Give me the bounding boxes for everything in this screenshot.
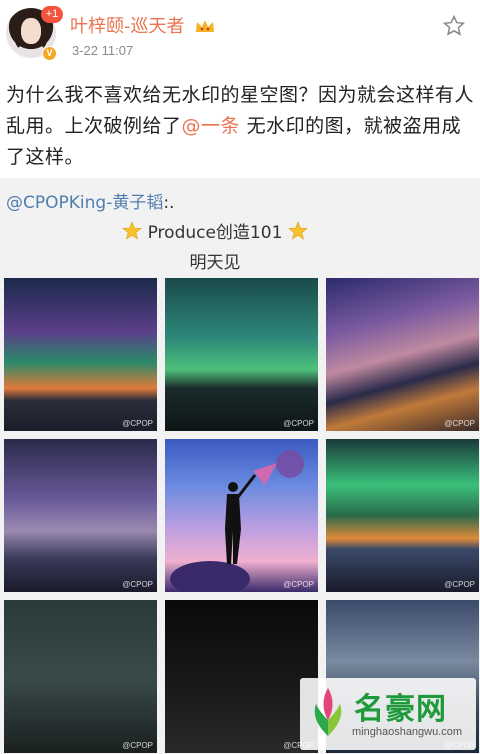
post-text: 为什么我不喜欢给无水印的星空图？因为就会这样有人乱用。上次破例给了@一条 无水印… (6, 80, 474, 173)
image-watermark: @CPOP (444, 580, 475, 589)
username-text: 叶梓颐-巡天者 (70, 16, 185, 37)
favorite-star-icon[interactable] (442, 14, 466, 38)
avatar-face (21, 18, 41, 44)
grid-image-5[interactable]: @CPOP (165, 439, 318, 592)
site-watermark: 名豪网 minghaoshangwu.com (300, 678, 476, 750)
grid-image-2[interactable]: @CPOP (165, 278, 318, 431)
repost-line-2: 明天见 (189, 253, 241, 273)
site-name: 名豪网 (354, 692, 447, 727)
star-emoji-icon (122, 221, 142, 240)
verified-icon: V (42, 46, 57, 61)
grid-image-7[interactable]: @CPOP (4, 600, 157, 753)
star-emoji-icon (288, 221, 308, 240)
repost-author-name[interactable]: @CPOPKing-黄子韬 (6, 193, 163, 213)
image-watermark: @CPOP (283, 419, 314, 428)
weibo-post: +1 V 叶梓颐-巡天者 3-22 11:07 为什么我不喜欢给无水印的星空图？… (0, 0, 480, 754)
grid-image-6[interactable]: @CPOP (326, 439, 479, 592)
post-timestamp: 3-22 11:07 (72, 43, 134, 58)
site-url: minghaoshangwu.com (352, 726, 463, 738)
image-watermark: @CPOP (122, 741, 153, 750)
repost-author[interactable]: @CPOPKing-黄子韬:. (6, 188, 174, 213)
repost-author-tail: :. (163, 193, 175, 213)
mention-link[interactable]: @一条 (182, 115, 241, 137)
repost-container[interactable]: @CPOPKing-黄子韬:. Produce创造101 明天见 @CPOP @… (0, 178, 480, 754)
site-logo-icon (314, 688, 342, 736)
repost-line-1-text: Produce创造101 (147, 223, 283, 243)
repost-line-1: Produce创造101 (0, 218, 430, 243)
post-header: +1 V 叶梓颐-巡天者 3-22 11:07 (0, 0, 480, 68)
notification-badge: +1 (41, 6, 63, 23)
grid-image-3[interactable]: @CPOP (326, 278, 479, 431)
image-watermark: @CPOP (122, 419, 153, 428)
grid-image-1[interactable]: @CPOP (4, 278, 157, 431)
username[interactable]: 叶梓颐-巡天者 (70, 12, 216, 38)
grid-image-8[interactable]: @CPOP (165, 600, 318, 753)
grid-image-4[interactable]: @CPOP (4, 439, 157, 592)
image-watermark: @CPOP (283, 580, 314, 589)
crown-icon (196, 20, 215, 32)
image-watermark: @CPOP (444, 419, 475, 428)
silhouette-figure-icon (170, 450, 304, 592)
image-watermark: @CPOP (122, 580, 153, 589)
